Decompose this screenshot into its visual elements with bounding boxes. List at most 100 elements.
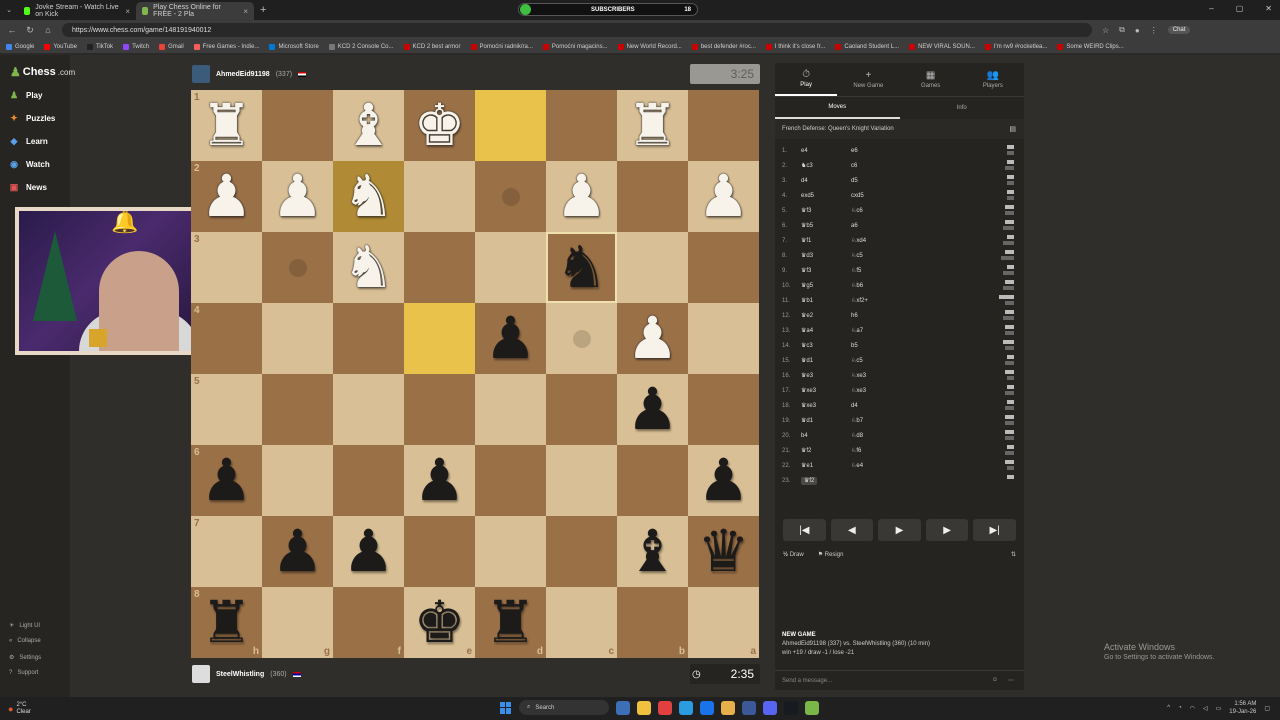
bookmark-item[interactable]: Some WEIRD Clips... (1057, 43, 1124, 50)
board-square[interactable]: ♞ (546, 232, 617, 303)
board-square[interactable] (546, 445, 617, 516)
board-square[interactable] (475, 374, 546, 445)
board-square[interactable] (617, 445, 688, 516)
prev-move-button[interactable]: ◀ (830, 519, 874, 541)
emoji-icon[interactable]: ☺ (992, 677, 998, 684)
black-move[interactable]: ♘a7 (851, 327, 921, 334)
windows-start-icon[interactable] (500, 701, 512, 714)
board-square[interactable]: e ♚ (404, 587, 475, 658)
tab-moves[interactable]: Moves (775, 97, 900, 119)
sidebar-footer-support[interactable]: ? Support (9, 670, 38, 676)
minimize-button[interactable]: – (1209, 4, 1213, 13)
chat-button[interactable]: Chat (1167, 26, 1191, 34)
white-move[interactable]: ♛e1 (801, 463, 813, 469)
white-move[interactable]: ♛b1 (801, 298, 813, 304)
board-square[interactable]: ♝ (333, 90, 404, 161)
play-button[interactable]: ▶ (878, 519, 921, 541)
bookmark-item[interactable]: Twitch (123, 43, 149, 50)
black-move[interactable]: h6 (851, 313, 921, 319)
book-icon[interactable]: ▤ (1009, 125, 1016, 133)
bookmark-item[interactable]: YouTube (44, 43, 77, 50)
player-name[interactable]: SteelWhistling (216, 671, 264, 678)
white-move[interactable]: ♛xe3 (801, 388, 816, 394)
white-move[interactable]: ♛f2 (801, 448, 811, 454)
black-move[interactable]: ♘d8 (851, 432, 921, 439)
taskbar-app-icon[interactable] (700, 700, 714, 715)
black-pawn-icon[interactable]: ♟ (627, 380, 679, 439)
black-rook-icon[interactable]: ♜ (485, 593, 537, 652)
white-pawn-icon[interactable]: ♟ (201, 167, 253, 226)
next-move-button[interactable]: ▶ (925, 519, 969, 541)
avatar[interactable] (192, 65, 210, 83)
white-move[interactable]: exd5 (801, 193, 814, 199)
bookmark-item[interactable]: NEW VIRAL SOUN... (909, 43, 975, 50)
sidebar-footer-collapse[interactable]: « Collapse (9, 638, 41, 644)
bookmark-item[interactable]: I think it's close fr... (765, 43, 825, 50)
board-square[interactable]: ♟ (546, 161, 617, 232)
board-square[interactable] (262, 374, 333, 445)
last-move-button[interactable]: ▶| (973, 519, 1016, 541)
wifi-icon[interactable]: ◠ (1190, 705, 1195, 712)
board-square[interactable] (475, 232, 546, 303)
board-square[interactable]: ♟ (475, 303, 546, 374)
bookmark-item[interactable]: KCD 2 best armor (403, 43, 461, 50)
black-move[interactable]: d5 (851, 178, 921, 184)
white-move[interactable]: ♛b5 (801, 223, 813, 229)
board-square[interactable]: 6 ♟ (191, 445, 262, 516)
board-square[interactable] (546, 516, 617, 587)
black-move[interactable]: e6 (851, 148, 921, 154)
white-move[interactable]: ♛f1 (801, 238, 811, 244)
reload-icon[interactable]: ↻ (24, 25, 36, 36)
chess-logo[interactable]: ♟ Chess .com (10, 65, 75, 79)
board-square[interactable] (262, 90, 333, 161)
first-move-button[interactable]: |◀ (783, 519, 826, 541)
taskbar-app-icon[interactable] (805, 700, 819, 715)
taskbar-app-icon[interactable] (679, 700, 693, 715)
board-square[interactable]: c (546, 587, 617, 658)
black-queen-icon[interactable]: ♛ (698, 522, 750, 581)
board-square[interactable] (404, 303, 475, 374)
board-square[interactable]: ♟ (617, 374, 688, 445)
taskbar-app-icon[interactable] (637, 700, 651, 715)
bookmark-item[interactable]: Gmail (159, 43, 184, 50)
board-square[interactable] (475, 445, 546, 516)
chess-board[interactable]: 1 ♜ ♝ ♚ ♜ 2 ♟ ♟ ♞ ♟ ♟ 3 ♞ ♞ 4 ♟ ♟ 5 ♟ 6 ♟ ♟ ♟ 7 ♟ ♟ ♝ ♛ 8 h ♜ g f e ♚ d ♜ c b a (191, 90, 759, 658)
board-square[interactable]: a (688, 587, 759, 658)
white-king-icon[interactable]: ♚ (414, 96, 466, 155)
board-square[interactable]: f (333, 587, 404, 658)
bookmark-item[interactable]: TikTok (86, 43, 113, 50)
white-move[interactable]: ♛d3 (801, 253, 813, 259)
board-square[interactable] (333, 374, 404, 445)
white-move[interactable]: d4 (801, 178, 808, 184)
maximize-button[interactable]: ▢ (1236, 4, 1244, 13)
black-move[interactable]: b5 (851, 343, 921, 349)
bookmark-item[interactable]: Pomoćni radnik/ra... (470, 43, 533, 50)
board-square[interactable] (688, 303, 759, 374)
black-move[interactable]: ♘f5 (851, 267, 921, 274)
board-square[interactable]: ♞ (333, 232, 404, 303)
board-square[interactable]: g (262, 587, 333, 658)
black-move[interactable]: ♘e4 (851, 462, 921, 469)
tab-chess[interactable]: Play Chess Online for FREE - 2 Pla × (136, 2, 254, 20)
board-square[interactable]: ♟ (617, 303, 688, 374)
board-square[interactable] (475, 516, 546, 587)
black-move[interactable]: ♘c5 (851, 252, 921, 259)
taskbar-app-icon[interactable] (784, 700, 798, 715)
board-square[interactable]: 7 (191, 516, 262, 587)
board-square[interactable] (404, 232, 475, 303)
black-move[interactable]: a6 (851, 223, 921, 229)
board-square[interactable] (262, 232, 333, 303)
board-square[interactable]: ♟ (404, 445, 475, 516)
bookmark-item[interactable]: Google (6, 43, 34, 50)
white-move[interactable]: ♛d1 (801, 358, 813, 364)
tab-menu-icon[interactable]: ⌄ (0, 6, 18, 14)
black-rook-icon[interactable]: ♜ (201, 593, 253, 652)
board-square[interactable] (688, 374, 759, 445)
taskbar-app-icon[interactable] (721, 700, 735, 715)
bookmark-item[interactable]: I'm rw9 #rocketlea... (984, 43, 1047, 50)
avatar[interactable] (192, 665, 210, 683)
sidebar-item-news[interactable]: ▣ News (8, 181, 47, 193)
move-hint-dot[interactable] (572, 329, 591, 348)
taskbar-app-icon[interactable] (742, 700, 756, 715)
board-square[interactable] (333, 303, 404, 374)
